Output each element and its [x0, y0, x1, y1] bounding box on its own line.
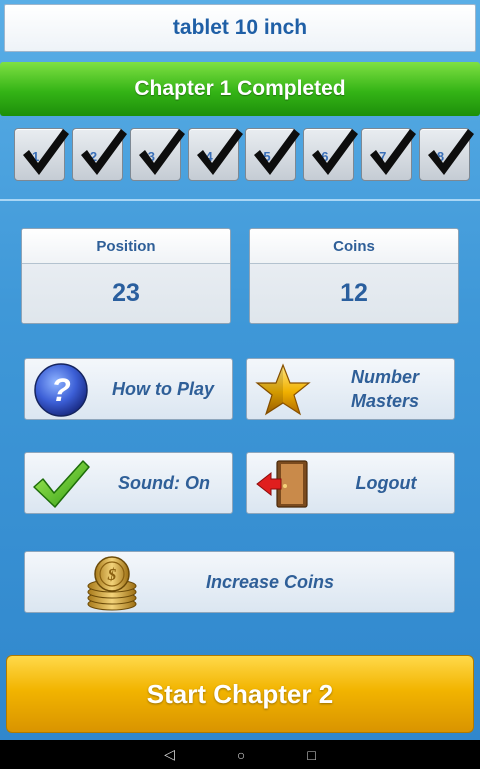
chapter-completed-banner: Chapter 1 Completed	[0, 62, 480, 116]
recents-icon[interactable]: □	[307, 747, 315, 763]
back-icon[interactable]: ◁	[164, 746, 175, 763]
coins-card: Coins 12	[249, 228, 459, 324]
checkmark-icon	[31, 457, 91, 516]
increase-coins-label: Increase Coins	[205, 572, 335, 592]
how-to-play-label: How to Play	[111, 379, 214, 399]
position-value: 23	[22, 264, 230, 323]
checkmark-icon	[427, 129, 474, 175]
level-6-checkbox: 6	[303, 128, 359, 181]
position-label: Position	[22, 229, 230, 264]
checkmark-icon	[196, 129, 243, 175]
increase-coins-button[interactable]: $ Increase Coins	[24, 551, 455, 613]
question-icon: ?	[33, 362, 89, 423]
app-title: tablet 10 inch	[172, 16, 308, 39]
position-card: Position 23	[21, 228, 231, 324]
checkmark-icon	[370, 129, 417, 175]
level-3-checkbox: 3	[129, 128, 185, 181]
checkmark-icon	[23, 129, 69, 175]
svg-text:?: ?	[51, 372, 71, 408]
checkmark-icon	[254, 129, 301, 175]
level-5-checkbox: 5	[245, 128, 301, 181]
number-masters-label: Number Masters	[350, 367, 420, 411]
checkmark-icon	[80, 129, 127, 175]
checkmark-icon	[312, 129, 359, 175]
level-8-checkbox: 8	[418, 128, 474, 181]
how-to-play-button[interactable]: ? How to Play	[24, 358, 233, 420]
logout-button[interactable]: Logout	[246, 452, 455, 514]
start-chapter-label: Start Chapter 2	[146, 678, 334, 709]
coin-stack-icon: $	[83, 554, 141, 617]
sound-label: Sound: On	[118, 473, 210, 493]
android-nav-bar: ◁ ○ □	[0, 740, 480, 769]
start-chapter-button[interactable]: Start Chapter 2	[6, 655, 474, 733]
chapter-banner-text: Chapter 1 Completed	[134, 77, 346, 100]
section-divider	[0, 199, 480, 201]
exit-door-icon	[255, 459, 311, 514]
level-7-checkbox: 7	[361, 128, 417, 181]
checkmark-icon	[138, 129, 185, 175]
svg-text:$: $	[107, 565, 117, 584]
star-icon	[255, 363, 311, 422]
level-checklist: 12345678	[14, 128, 474, 184]
level-4-checkbox: 4	[187, 128, 243, 181]
home-icon[interactable]: ○	[237, 747, 245, 763]
app-title-bar: tablet 10 inch	[4, 4, 476, 52]
number-masters-button[interactable]: Number Masters	[246, 358, 455, 420]
logout-label: Logout	[355, 473, 417, 493]
sound-toggle-button[interactable]: Sound: On	[24, 452, 233, 514]
coins-label: Coins	[250, 229, 458, 264]
level-1-checkbox: 1	[14, 128, 69, 181]
coins-value: 12	[250, 264, 458, 323]
level-2-checkbox: 2	[71, 128, 127, 181]
